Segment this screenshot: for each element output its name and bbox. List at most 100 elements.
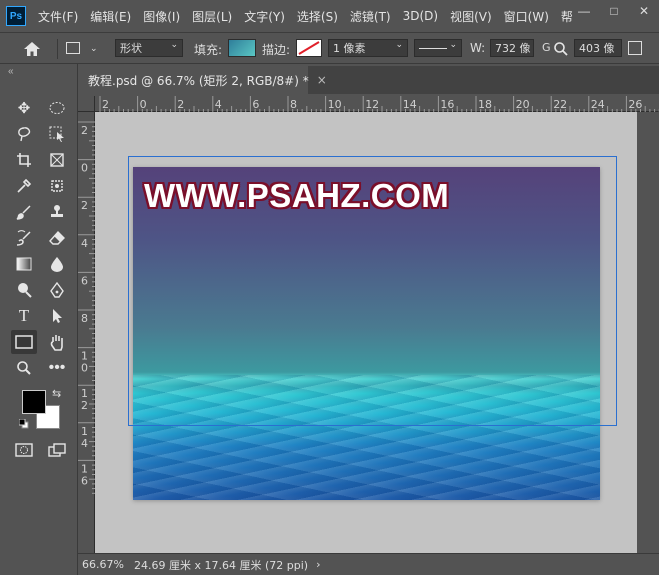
gradient-icon[interactable] [11,252,37,276]
blur-drop-icon[interactable] [44,252,70,276]
menu-layer[interactable]: 图层(L) [192,8,232,25]
lasso-icon[interactable] [11,122,37,146]
horizontal-ruler[interactable]: 2 0 2 4 6 8 10 12 14 16 18 20 22 24 26 [95,96,659,112]
options-bar: ⌄ 形状 ⌄ 填充: 描边: 1 像素 ⌄ ⌄ W: 732 像 G 403 像 [0,32,659,64]
ruler-label: 2 [81,199,88,212]
link-label: G [542,41,551,54]
default-colors-icon[interactable] [18,418,29,429]
vertical-ruler-ticks: 20246810121416 [78,121,95,494]
menu-image[interactable]: 图像(I) [143,8,180,25]
ruler-label: 4 [215,98,222,111]
ruler-label: 2 [81,124,88,137]
maximize-button[interactable]: □ [599,0,629,22]
ruler-label: 0 [140,98,147,111]
ruler-label: 2 [81,399,88,412]
divider [57,39,58,59]
horizontal-ruler-ticks: 2 0 2 4 6 8 10 12 14 16 18 20 22 24 26 [99,96,659,112]
quick-mask-icon[interactable] [11,438,37,462]
ellipse-marquee-icon[interactable] [44,96,70,120]
hand-icon[interactable] [44,330,70,354]
chevron-down-icon: ⌄ [170,40,178,50]
canvas-scroll-margin [637,112,659,553]
more-tools-icon[interactable]: ••• [44,356,70,380]
swap-colors-icon[interactable]: ⇆ [52,387,61,400]
type-icon[interactable]: T [11,304,37,328]
ruler-label: 0 [81,162,88,175]
screen-mode-icon[interactable] [44,438,70,462]
stroke-type-select[interactable]: ⌄ [414,39,462,57]
document-tab-title: 教程.psd @ 66.7% (矩形 2, RGB/8#) * [88,73,309,88]
chevron-down-icon: ⌄ [395,40,403,50]
menu-filter[interactable]: 滤镜(T) [350,8,391,25]
foreground-color-swatch[interactable] [22,390,46,414]
home-icon[interactable] [22,40,42,58]
close-tab-icon[interactable]: × [317,73,327,87]
stroke-swatch-none[interactable] [296,39,322,57]
ruler-label: 6 [81,474,88,487]
chevron-down-icon[interactable]: ⌄ [90,43,98,54]
stroke-width-field[interactable]: 1 像素 ⌄ [328,39,408,57]
path-selection-icon[interactable] [44,304,70,328]
crop-icon[interactable] [11,148,37,172]
width-value: 732 像 [495,42,531,55]
minimize-button[interactable]: — [569,0,599,22]
width-label: W: [470,41,486,55]
stroke-label: 描边: [262,43,291,57]
ruler-label: 4 [81,237,88,250]
shape-mode-value: 形状 [120,42,142,55]
pen-icon[interactable] [44,278,70,302]
document-tab-bar: 教程.psd @ 66.7% (矩形 2, RGB/8#) * × [78,66,659,94]
zoom-icon[interactable] [11,356,37,380]
document-info: 24.69 厘米 x 17.64 厘米 (72 ppi) [134,558,309,572]
rectangle-tool-preset-icon[interactable] [66,42,80,54]
stroke-width-value: 1 像素 [333,42,366,55]
menu-file[interactable]: 文件(F) [38,8,78,25]
ruler-label: 8 [290,98,297,111]
photoshop-logo: Ps [6,6,26,26]
menu-edit[interactable]: 编辑(E) [90,8,131,25]
search-icon[interactable] [553,41,569,57]
rectangle-shape-bounding-box[interactable] [128,156,617,426]
fill-swatch[interactable] [228,39,256,57]
menu-bar: Ps 文件(F) 编辑(E) 图像(I) 图层(L) 文字(Y) 选择(S) 滤… [0,0,659,32]
chevron-down-icon: ⌄ [449,40,457,50]
dodge-icon[interactable] [11,278,37,302]
status-menu-arrow[interactable]: › [316,558,320,571]
object-selection-icon[interactable] [44,122,70,146]
menu-3d[interactable]: 3D(D) [403,9,438,23]
close-window-button[interactable]: ✕ [629,0,659,22]
ruler-label: 8 [81,312,88,325]
move-tool-icon[interactable]: ✥ [11,96,37,120]
rectangle-tool-icon[interactable] [11,330,37,354]
zoom-level[interactable]: 66.67% [82,558,128,571]
path-operations-icon[interactable] [628,41,642,55]
ruler-origin[interactable] [78,96,95,112]
height-field[interactable]: 403 像 [574,39,622,57]
tools-panel: « ✥ T ••• ⇆ [0,64,78,575]
ruler-label: 2 [177,98,184,111]
eyedropper-icon[interactable] [11,174,37,198]
width-field[interactable]: 732 像 [490,39,534,57]
ruler-label: 0 [81,362,88,375]
ruler-label: 6 [252,98,259,111]
content-aware-icon[interactable] [44,174,70,198]
shape-mode-select[interactable]: 形状 ⌄ [115,39,183,57]
vertical-ruler[interactable]: 20246810121416 [78,112,95,553]
menu-select[interactable]: 选择(S) [297,8,338,25]
brush-icon[interactable] [11,200,37,224]
eraser-icon[interactable] [44,226,70,250]
height-value: 403 像 [579,42,615,55]
collapse-icon[interactable]: « [8,66,14,77]
stroke-line-icon [419,47,447,49]
document-tab[interactable]: 教程.psd @ 66.7% (矩形 2, RGB/8#) * × [78,66,327,94]
ruler-label: 6 [81,274,88,287]
stamp-icon[interactable] [44,200,70,224]
status-bar: 66.67% 24.69 厘米 x 17.64 厘米 (72 ppi) › [78,553,659,575]
menu-window[interactable]: 窗口(W) [504,8,549,25]
ruler-label: 2 [102,98,109,111]
menu-type[interactable]: 文字(Y) [244,8,285,25]
frame-icon[interactable] [44,148,70,172]
menu-view[interactable]: 视图(V) [450,8,492,25]
history-brush-icon[interactable] [11,226,37,250]
fill-label: 填充: [194,43,223,57]
